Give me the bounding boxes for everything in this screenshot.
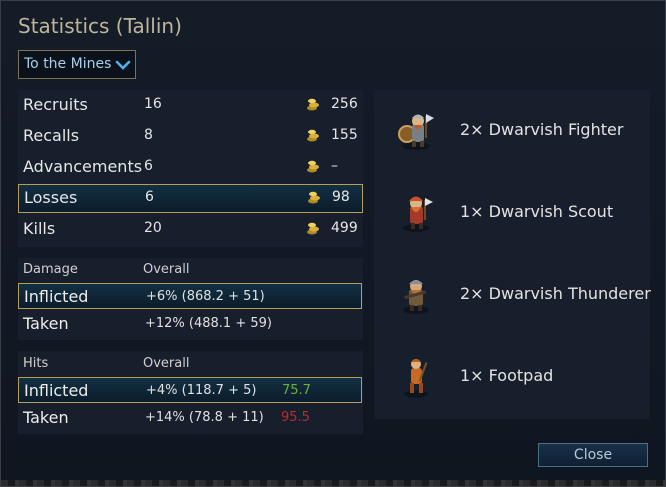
gold-coins-icon [307,98,319,111]
summary-count: 20 [144,220,162,236]
summary-gold: 499 [331,220,358,236]
dialog-title: Statistics (Tallin) [18,14,182,38]
hits-overall-header: Overall [143,356,190,371]
summary-gold: 256 [331,96,358,112]
hits-header: Hits [23,356,49,371]
damage-row-taken: Taken +12% (488.1 + 59) [18,311,362,337]
hits-overall: +14% (78.8 + 11) [145,410,264,425]
damage-header: Damage [23,262,78,277]
summary-gold: 98 [332,189,350,205]
unit-row: 2× Dwarvish Thunderer [374,270,651,320]
summary-row-advancements: Advancements 6 – [18,154,363,181]
damage-panel: Damage Overall Inflicted +6% (868.2 + 51… [18,258,363,340]
scenario-dropdown-label: To the Mines [24,56,112,72]
damage-overall: +6% (868.2 + 51) [146,289,265,304]
unit-label: 1× Footpad [460,366,554,385]
hits-panel: Hits Overall Inflicted +4% (118.7 + 5) 7… [18,351,363,434]
summary-count: 6 [145,189,154,205]
summary-count: 16 [144,96,162,112]
summary-label: Advancements [23,157,143,176]
unit-label: 1× Dwarvish Scout [460,202,614,221]
damage-row-inflicted[interactable]: Inflicted +6% (868.2 + 51) [18,283,362,309]
summary-label: Recalls [23,126,80,145]
gold-coins-icon [307,129,319,142]
unit-row: 1× Footpad [374,352,650,402]
damage-label: Taken [23,314,69,333]
summary-panel: Recruits 16 256 Recalls 8 155 Advancemen… [18,90,363,247]
summary-gold: – [331,158,338,174]
hits-expected-value: 95.5 [281,410,310,425]
scenario-dropdown[interactable]: To the Mines [18,50,136,79]
gold-coins-icon [307,222,319,235]
summary-row-recalls: Recalls 8 155 [18,123,363,150]
footpad-icon [404,359,428,398]
damage-overall-header: Overall [143,262,190,277]
summary-row-losses[interactable]: Losses 6 98 [18,184,363,213]
summary-row-kills: Kills 20 499 [18,216,363,243]
hits-expected-value: 75.7 [282,383,311,398]
summary-count: 6 [144,158,153,174]
summary-count: 8 [144,127,153,143]
background-strip [1,480,665,486]
gold-coins-icon [308,191,320,204]
dwarvish-fighter-icon [398,114,434,150]
gold-coins-icon [307,160,319,173]
unit-row: 2× Dwarvish Fighter [374,106,650,156]
damage-overall: +12% (488.1 + 59) [145,316,272,331]
summary-label: Losses [24,188,78,207]
summary-label: Recruits [23,95,88,114]
summary-label: Kills [23,219,56,238]
hits-overall: +4% (118.7 + 5) [146,383,257,398]
unit-label: 2× Dwarvish Thunderer [460,284,651,303]
close-button[interactable]: Close [538,443,648,467]
unit-label: 2× Dwarvish Fighter [460,120,624,139]
summary-gold: 155 [331,127,358,143]
dwarvish-scout-icon [403,196,433,232]
hits-row-inflicted[interactable]: Inflicted +4% (118.7 + 5) 75.7 [18,377,362,403]
statistics-dialog: Statistics (Tallin) To the Mines Recruit… [0,0,666,487]
damage-label: Inflicted [24,287,89,306]
chevron-down-icon [115,60,131,70]
summary-row-recruits: Recruits 16 256 [18,92,363,119]
dwarvish-thunderer-icon [403,280,429,314]
hits-label: Taken [23,408,69,427]
hits-row-taken: Taken +14% (78.8 + 11) 95.5 [18,405,362,431]
hits-label: Inflicted [24,381,89,400]
units-panel: 2× Dwarvish Fighter 1× Dwarvish Scout 2×… [374,90,651,419]
unit-row: 1× Dwarvish Scout [374,188,650,238]
close-button-label: Close [573,447,613,463]
